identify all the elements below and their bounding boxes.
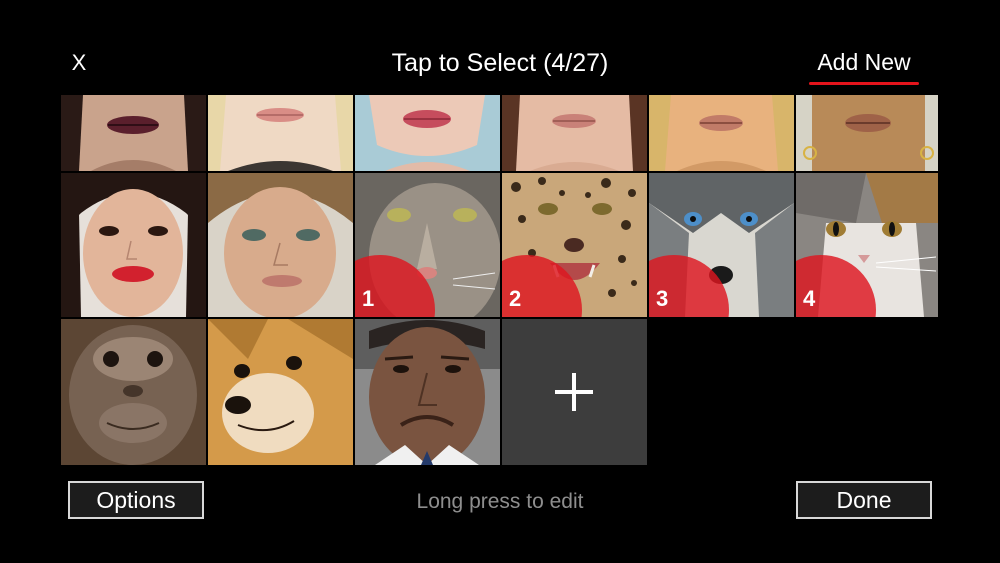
face-tile-mouth-6[interactable] bbox=[796, 95, 938, 171]
selection-number: 2 bbox=[509, 286, 522, 311]
face-image bbox=[61, 173, 206, 317]
face-tile-mouth-5[interactable] bbox=[649, 95, 794, 171]
shiba-inu-image bbox=[208, 319, 353, 465]
face-tile-3[interactable]: 1 bbox=[355, 173, 500, 317]
face-tile-8[interactable] bbox=[208, 319, 353, 465]
face-tile-6[interactable]: 4 bbox=[796, 173, 938, 317]
add-new-underline bbox=[809, 82, 919, 85]
face-image bbox=[208, 173, 353, 317]
orangutan-image bbox=[61, 319, 206, 465]
mouth-image bbox=[649, 95, 794, 171]
man-image bbox=[355, 319, 500, 465]
done-button[interactable]: Done bbox=[796, 481, 932, 519]
face-tile-mouth-3[interactable] bbox=[355, 95, 500, 171]
close-button[interactable]: X bbox=[68, 48, 90, 78]
face-tile-2[interactable] bbox=[208, 173, 353, 317]
face-tile-mouth-1[interactable] bbox=[61, 95, 206, 171]
mouth-image bbox=[796, 95, 938, 171]
face-tile-5[interactable]: 3 bbox=[649, 173, 794, 317]
face-grid: 1 2 3 4 bbox=[61, 95, 938, 465]
page-title: Tap to Select (4/27) bbox=[391, 49, 609, 77]
selection-number: 3 bbox=[656, 286, 669, 311]
mouth-image bbox=[208, 95, 353, 171]
options-button[interactable]: Options bbox=[68, 481, 204, 519]
face-tile-1[interactable] bbox=[61, 173, 206, 317]
long-press-hint: Long press to edit bbox=[416, 490, 584, 513]
plus-icon bbox=[555, 373, 593, 411]
selection-number: 4 bbox=[803, 286, 816, 311]
mouth-image bbox=[502, 95, 647, 171]
add-new-button[interactable]: Add New bbox=[805, 46, 923, 80]
face-tile-7[interactable] bbox=[61, 319, 206, 465]
add-face-tile[interactable] bbox=[502, 319, 647, 465]
selection-number: 1 bbox=[362, 286, 375, 311]
face-tile-mouth-2[interactable] bbox=[208, 95, 353, 171]
face-tile-9[interactable] bbox=[355, 319, 500, 465]
mouth-image bbox=[61, 95, 206, 171]
face-tile-mouth-4[interactable] bbox=[502, 95, 647, 171]
face-tile-4[interactable]: 2 bbox=[502, 173, 647, 317]
mouth-image bbox=[355, 95, 500, 171]
